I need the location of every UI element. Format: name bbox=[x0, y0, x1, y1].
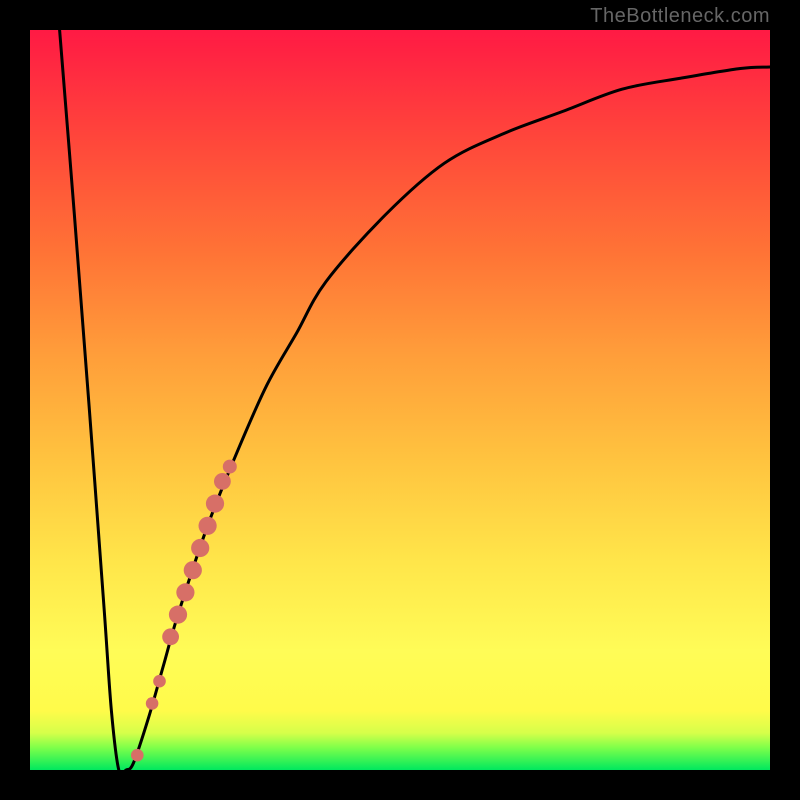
curve-marker bbox=[162, 628, 179, 645]
bottleneck-curve bbox=[60, 30, 770, 775]
curve-marker bbox=[184, 561, 202, 579]
curve-marker bbox=[191, 539, 209, 557]
curve-marker bbox=[146, 697, 159, 710]
curve-marker bbox=[169, 606, 187, 624]
plot-area bbox=[30, 30, 770, 770]
curve-layer bbox=[30, 30, 770, 770]
curve-marker bbox=[131, 749, 144, 762]
curve-marker bbox=[199, 517, 217, 535]
curve-marker bbox=[223, 460, 237, 474]
chart-frame: TheBottleneck.com bbox=[0, 0, 800, 800]
curve-marker bbox=[206, 495, 224, 513]
curve-markers bbox=[131, 460, 237, 762]
curve-marker bbox=[153, 675, 166, 688]
attribution-text: TheBottleneck.com bbox=[590, 6, 770, 26]
curve-marker bbox=[214, 473, 231, 490]
curve-marker bbox=[176, 583, 194, 601]
